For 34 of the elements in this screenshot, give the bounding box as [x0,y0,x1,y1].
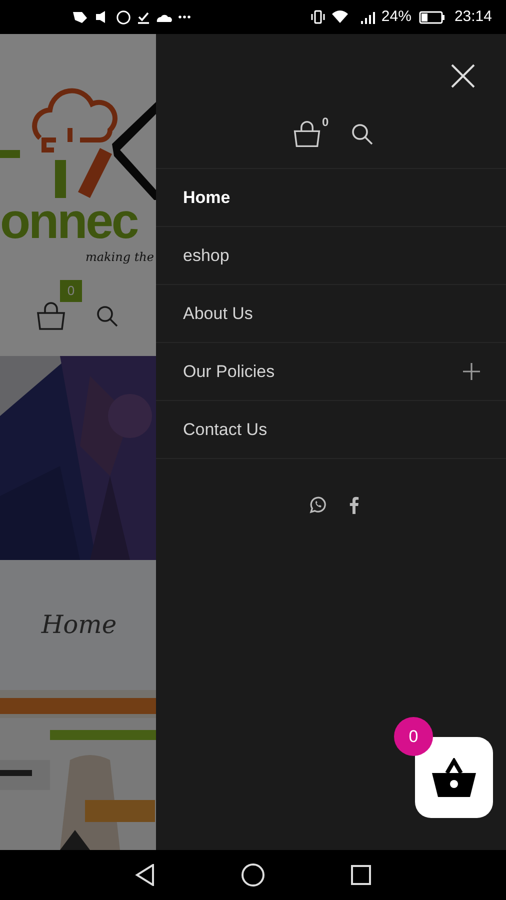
search-icon[interactable] [350,122,374,146]
download-check-icon [137,10,150,24]
page-heading: Home [41,609,117,642]
wifi-icon [331,10,350,24]
facebook-icon[interactable] [349,496,359,514]
cart-count-badge: 0 [60,280,82,302]
bag-icon[interactable] [35,300,67,332]
more-icon [178,15,191,19]
cart-count-badge: 0 [394,717,433,756]
close-icon[interactable] [451,64,475,88]
bag-icon[interactable] [292,119,322,149]
plus-icon[interactable] [463,363,480,380]
battery-percent: 24% [381,6,412,27]
notification-icon [72,10,88,24]
menu-item[interactable]: eshop [183,242,230,268]
menu-item[interactable]: Contact Us [183,416,268,442]
vibrate-icon [310,10,326,24]
menu-item[interactable]: About Us [183,300,253,326]
search-icon[interactable] [95,304,119,328]
home-icon[interactable] [241,863,265,887]
signal-icon [360,10,376,24]
chat-bubble-icon [116,10,131,24]
clock: 23:14 [454,6,492,27]
battery-icon [419,10,446,24]
whatsapp-icon[interactable] [309,496,327,514]
logo-text: onnec [0,196,139,246]
recents-icon[interactable] [351,865,371,885]
cloud-icon [156,12,172,22]
basket-icon [431,758,477,798]
cart-count: 0 [322,114,329,131]
tagline: making the [85,249,155,266]
menu-item[interactable]: Our Policies [183,358,275,384]
back-icon[interactable] [135,864,155,886]
menu-item[interactable]: Home [183,184,230,210]
